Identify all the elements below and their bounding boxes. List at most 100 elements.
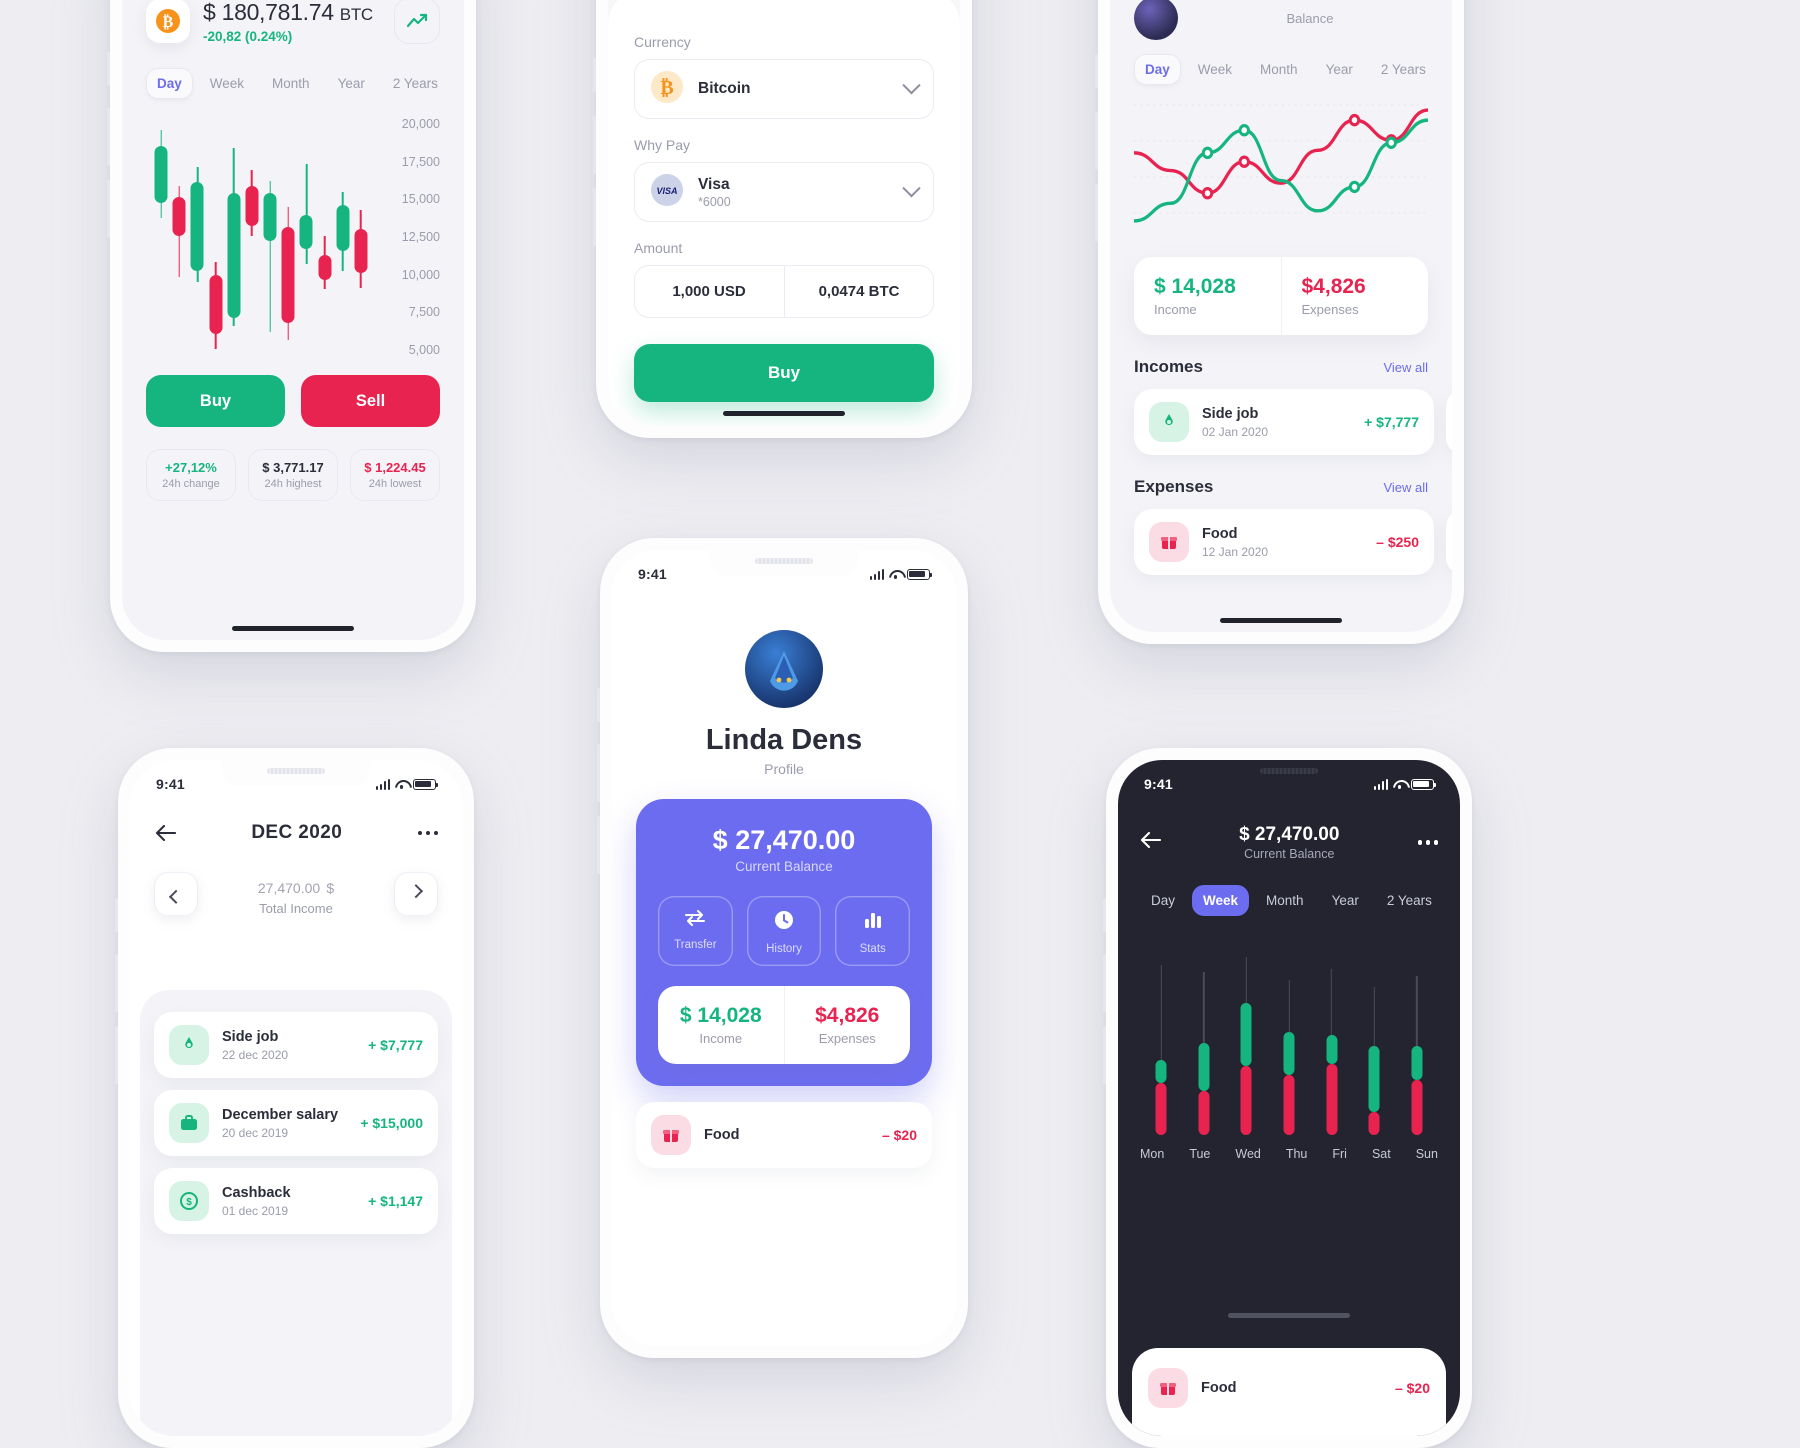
incomes-section-header: Incomes View all [1134,357,1428,377]
wifi-icon [1393,779,1406,789]
candlestick-y-axis: 20,000 17,500 15,000 12,500 10,000 7,500 5,000 [401,117,440,357]
table-row[interactable]: Side job 22 dec 2020 + $7,777 [154,1012,438,1078]
candlestick-chart: 20,000 17,500 15,000 12,500 10,000 7,500 5,000 [146,117,440,357]
sell-button[interactable]: Sell [301,375,440,427]
amount-btc-input[interactable]: 0,0474 BTC [784,265,934,318]
range-tab-month[interactable]: Month [1255,885,1315,916]
range-tab-2years[interactable]: 2 Years [1370,54,1437,85]
list-item-partial[interactable] [1446,509,1452,575]
user-avatar[interactable] [1134,0,1178,40]
btc-price: $ 180,781.74 BTC [203,0,373,26]
side-job-icon [169,1025,209,1065]
more-dots-icon[interactable] [417,830,438,836]
home-indicator [232,626,354,631]
phone-button-volume-up[interactable] [1095,112,1098,170]
total-income-block: 27,470.00 $ Total Income [258,873,334,916]
back-arrow-icon[interactable] [154,822,176,844]
more-dots-icon[interactable] [1417,840,1438,845]
balance-value: $ 27,470.00 [1239,824,1340,845]
income-expense-card: $ 14,028 Income $4,826 Expenses [658,986,910,1064]
action-label: Stats [859,943,886,955]
phone-button-volume-up[interactable] [593,116,596,174]
table-row[interactable]: December salary 20 dec 2019 + $15,000 [154,1090,438,1156]
pay-method-select[interactable]: VISA Visa *6000 [634,162,934,222]
range-tab-week[interactable]: Week [1187,54,1243,85]
list-item[interactable]: Food 12 Jan 2020 – $250 [1134,509,1434,575]
phone-button-volume-up[interactable] [107,108,110,166]
range-tab-day[interactable]: Day [1140,885,1186,916]
food-icon [651,1115,691,1155]
range-tab-3years[interactable]: 3 Yea [1449,885,1461,916]
currency-select[interactable]: ₿ Bitcoin [634,59,934,119]
range-tab-2years[interactable]: 2 Years [1376,885,1443,916]
transfer-button[interactable]: Transfer [658,896,733,966]
drag-handle[interactable] [1228,1313,1350,1318]
phone-button-mute[interactable] [593,58,596,92]
range-tab-week[interactable]: Week [1192,885,1250,916]
signal-icon [375,778,390,790]
table-row[interactable]: $ Cashback 01 dec 2019 + $1,147 [154,1168,438,1234]
incomes-view-all-link[interactable]: View all [1383,360,1428,375]
status-bar: 9:41 [130,760,462,800]
range-tab-month[interactable]: Month [1249,54,1309,85]
chevron-down-icon[interactable] [902,75,921,94]
range-tabs-dark: Day Week Month Year 2 Years 3 Yea [1140,885,1460,916]
phone-button-volume-down[interactable] [1095,184,1098,242]
buy-button[interactable]: Buy [146,375,285,427]
back-arrow-icon[interactable] [1140,831,1162,853]
phone-button-volume-up[interactable] [597,744,600,802]
phone-button-volume-down[interactable] [107,180,110,238]
range-tab-day[interactable]: Day [1134,54,1181,85]
balance-line-chart [1132,93,1430,243]
phone-button-volume-down[interactable] [597,816,600,874]
confirm-buy-button[interactable]: Buy [634,344,934,402]
phone-button-mute[interactable] [107,52,110,86]
phone-button-volume-up[interactable] [115,954,118,1012]
trend-up-icon[interactable] [394,0,440,44]
phone-button-volume-down[interactable] [1103,1026,1106,1084]
amount-usd-input[interactable]: 1,000 USD [634,265,784,318]
range-tab-year[interactable]: Year [1315,54,1364,85]
svg-text:₿: ₿ [163,13,174,31]
range-tab-year[interactable]: Year [1321,885,1370,916]
phone-button-volume-up[interactable] [1103,954,1106,1012]
btc-price-unit: BTC [339,4,373,24]
list-item[interactable]: Food – $20 [1146,1364,1432,1412]
range-tab-2years[interactable]: 2 Years [382,68,449,99]
phone-button-mute[interactable] [1103,898,1106,932]
phone-button-mute[interactable] [115,898,118,932]
stat-24h-lowest: $ 1,224.45 24h lowest [350,449,440,501]
phone-button-mute[interactable] [1095,54,1098,88]
expenses-view-all-link[interactable]: View all [1383,480,1428,495]
btc-stats-row: +27,12% 24h change $ 3,771.17 24h highes… [146,449,440,501]
phone-button-mute[interactable] [597,688,600,722]
stats-button[interactable]: Stats [835,896,910,966]
battery-icon [907,568,933,580]
bar-group [1198,950,1210,1135]
expense-value: $4,826 [1301,275,1366,298]
bar-group [1240,950,1252,1135]
chevron-right-icon[interactable] [394,872,438,916]
total-income-value: 27,470.00 $ [258,873,334,899]
range-tab-day[interactable]: Day [146,68,193,99]
income-list-panel: Side job 22 dec 2020 + $7,777 December s… [140,990,452,1436]
history-button[interactable]: History [747,896,822,966]
phone-button-volume-down[interactable] [115,1026,118,1084]
expenses-title: Expenses [1134,477,1214,496]
chevron-left-icon[interactable] [154,872,198,916]
expense-label: Expenses [1301,302,1359,317]
range-tab-year[interactable]: Year [327,68,376,99]
range-tab-3years[interactable]: 3 Yea [455,68,464,99]
chevron-down-icon[interactable] [902,178,921,197]
list-item[interactable]: Side job 02 Jan 2020 + $7,777 [1134,389,1434,455]
pay-method-name: Visa [698,175,730,193]
range-tab-month[interactable]: Month [261,68,321,99]
list-item-partial[interactable] [1446,389,1452,455]
range-tab-3years[interactable]: 3 Yea [1443,54,1452,85]
phone-button-volume-down[interactable] [593,188,596,246]
weekday-axis: Mon Tue Wed Thu Fri Sat Sun [1140,1147,1438,1161]
range-tab-week[interactable]: Week [199,68,255,99]
list-item[interactable]: Food – $20 [636,1102,932,1168]
visa-icon: VISA [650,173,684,212]
status-bar: 9:41 [612,550,956,590]
